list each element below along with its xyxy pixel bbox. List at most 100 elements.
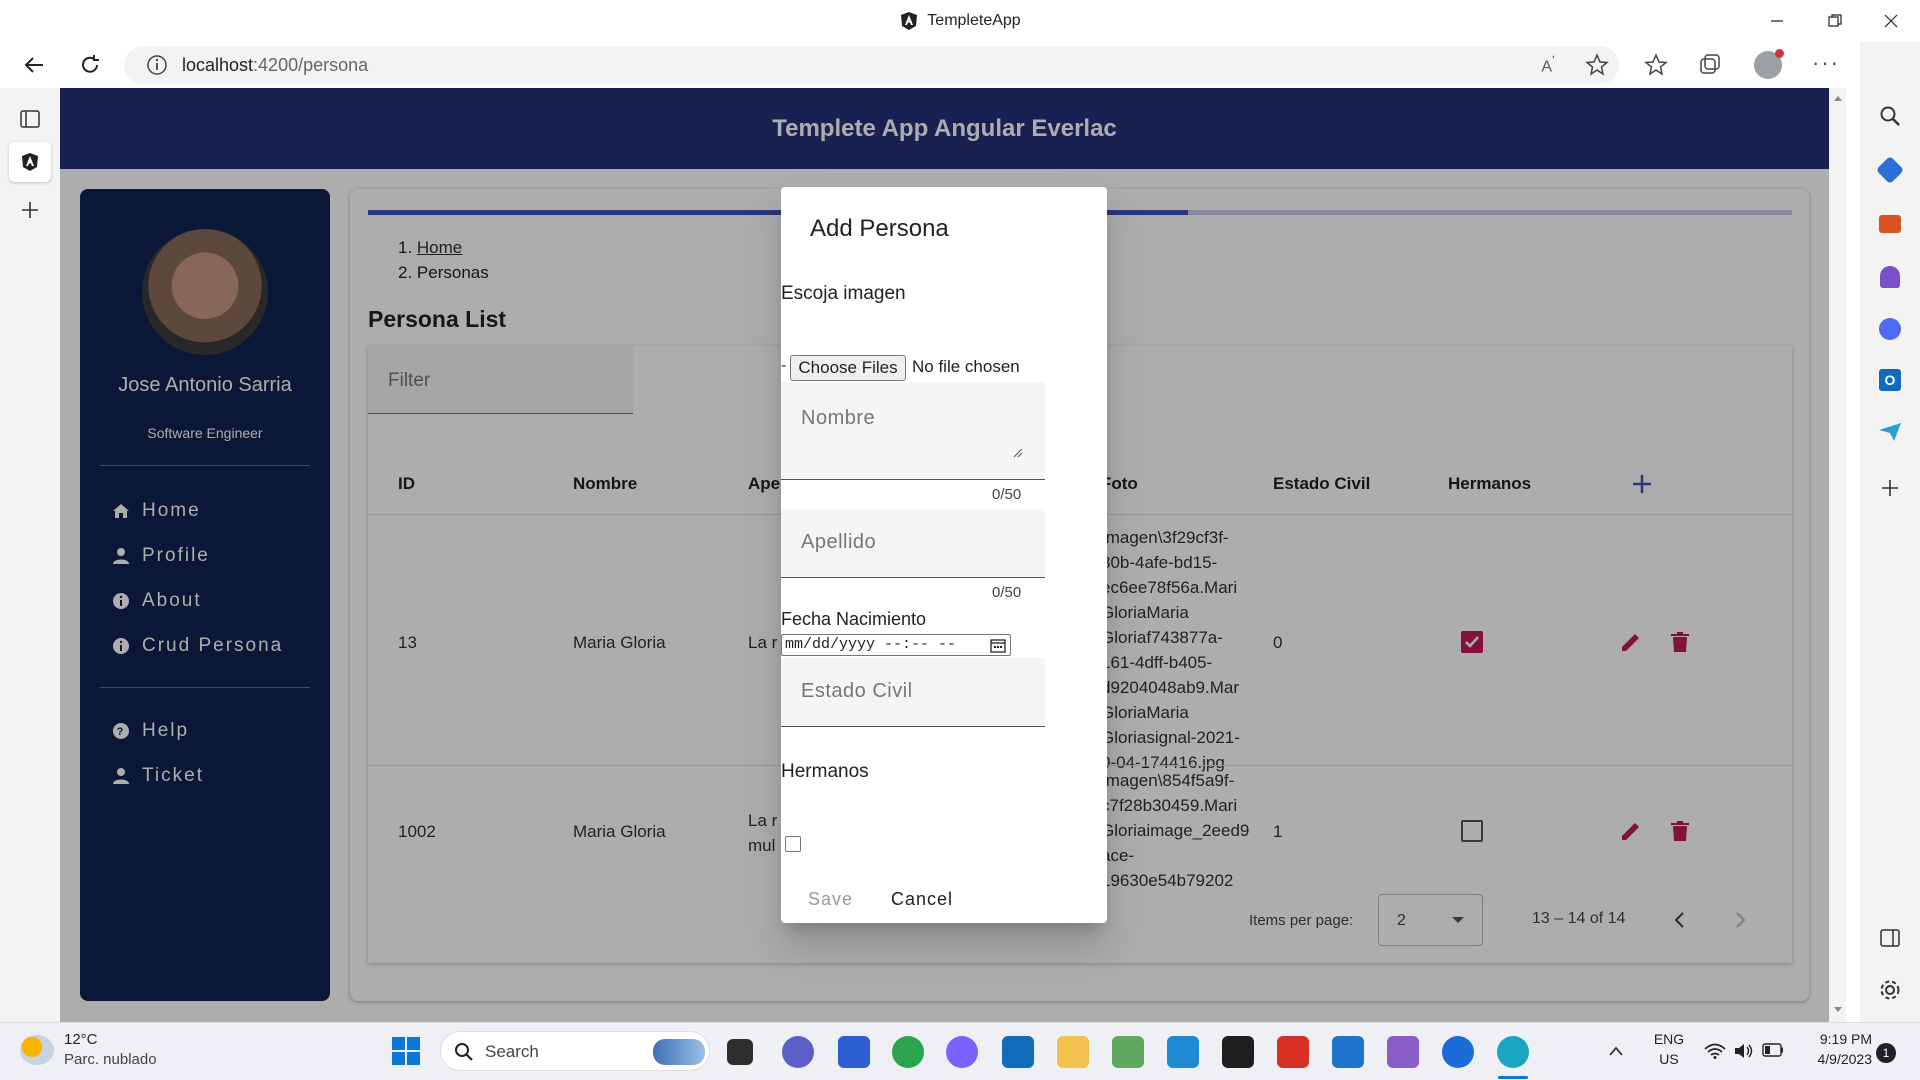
microsoft365-icon[interactable] <box>1879 318 1901 340</box>
mail-icon[interactable] <box>1002 1036 1034 1068</box>
minimize-button[interactable] <box>1748 0 1806 42</box>
outlook-icon[interactable]: O <box>1879 369 1901 391</box>
notification-badge[interactable]: 1 <box>1876 1043 1896 1063</box>
search-label: Search <box>485 1042 539 1061</box>
reload-button[interactable] <box>70 45 110 85</box>
maps-icon[interactable] <box>1442 1036 1474 1068</box>
apellido-field[interactable]: Apellido <box>781 509 1045 578</box>
shopping-tag-icon[interactable] <box>1875 155 1905 185</box>
url-path: :4200/persona <box>253 54 369 75</box>
back-button[interactable] <box>14 45 54 85</box>
edge-browser-icon[interactable] <box>1497 1036 1529 1068</box>
nombre-counter: 0/50 <box>992 486 1022 503</box>
cancel-button[interactable]: Cancel <box>891 879 953 919</box>
favorites-icon[interactable] <box>1644 53 1668 77</box>
clock-time[interactable]: 9:19 PM <box>1800 1031 1872 1047</box>
tools-icon[interactable] <box>1879 215 1901 233</box>
scroll-up-icon[interactable] <box>1833 94 1843 102</box>
weather-icon[interactable] <box>20 1035 54 1065</box>
browser-toolbar: localhost:4200/persona Aʼ ··· b <box>0 42 1920 88</box>
fecha-placeholder: mm/dd/yyyy --:-- -- <box>785 636 957 653</box>
search-highlight-image <box>653 1039 705 1065</box>
notepad-icon[interactable] <box>1332 1036 1364 1068</box>
chevron-up-icon[interactable] <box>1608 1045 1624 1057</box>
save-button[interactable]: Save <box>808 879 853 919</box>
minimize-icon <box>1771 20 1783 22</box>
vscode-icon[interactable] <box>1167 1036 1199 1068</box>
fecha-label: Fecha Nacimiento <box>781 609 927 629</box>
language-code[interactable]: ENG <box>1652 1031 1686 1047</box>
chat-icon[interactable] <box>782 1036 814 1068</box>
tab-actions-icon[interactable] <box>19 109 41 129</box>
url-text: localhost:4200/persona <box>182 55 368 76</box>
vertical-tabs-bar <box>0 88 60 1022</box>
weather-temp[interactable]: 12°C <box>64 1031 98 1048</box>
hermanos-label: Hermanos <box>781 761 869 782</box>
active-app-indicator <box>1498 1076 1528 1079</box>
page-scrollbar[interactable] <box>1829 88 1846 1022</box>
language-region[interactable]: US <box>1652 1051 1686 1067</box>
add-persona-dialog: Add Persona Escoja imagen - Choose Files… <box>781 187 1107 923</box>
weather-desc[interactable]: Parc. nublado <box>64 1051 157 1068</box>
profile-avatar-icon[interactable] <box>1754 49 1784 79</box>
close-icon <box>1884 14 1898 28</box>
fecha-input[interactable]: mm/dd/yyyy --:-- -- <box>781 634 1011 656</box>
sidebar-toggle-icon[interactable] <box>1880 929 1900 947</box>
task-view-icon[interactable] <box>727 1039 753 1065</box>
estado-civil-placeholder: Estado Civil <box>801 680 913 702</box>
battery-icon[interactable] <box>1762 1043 1784 1057</box>
more-options-icon[interactable]: ··· <box>1812 50 1840 76</box>
nombre-field[interactable]: Nombre <box>781 382 1045 480</box>
estado-civil-field[interactable]: Estado Civil <box>781 658 1045 727</box>
visual-studio-icon[interactable] <box>1387 1036 1419 1068</box>
volume-icon[interactable] <box>1734 1043 1754 1059</box>
window-title-text: TempleteApp <box>927 12 1021 29</box>
file-status: No file chosen <box>912 357 1020 376</box>
address-bar[interactable]: localhost:4200/persona Aʼ <box>124 46 1619 84</box>
search-icon <box>455 1043 473 1061</box>
start-button[interactable] <box>392 1037 420 1065</box>
add-icon[interactable] <box>1881 479 1899 497</box>
apellido-placeholder: Apellido <box>801 531 877 553</box>
edge-dev-icon[interactable] <box>892 1036 924 1068</box>
app-icon[interactable] <box>838 1036 870 1068</box>
send-icon[interactable] <box>1878 422 1902 442</box>
taskbar-search[interactable]: Search <box>440 1031 710 1071</box>
image-label: Escoja imagen <box>781 283 906 304</box>
tab-templeteapp[interactable] <box>9 142 51 182</box>
paint-icon[interactable] <box>1112 1036 1144 1068</box>
gear-icon[interactable] <box>1879 979 1901 1001</box>
wifi-icon[interactable] <box>1704 1043 1726 1059</box>
restore-icon <box>1828 14 1842 27</box>
close-window-button[interactable] <box>1862 0 1920 42</box>
file-prefix: - <box>781 357 787 374</box>
read-aloud-icon[interactable]: Aʼ <box>1541 53 1555 76</box>
hermanos-checkbox[interactable] <box>785 836 801 852</box>
edge-sidebar: O <box>1860 42 1920 1022</box>
windows-icon <box>392 1037 420 1065</box>
new-tab-icon[interactable] <box>20 200 40 220</box>
file-explorer-icon[interactable] <box>1057 1036 1089 1068</box>
choose-files-button[interactable]: Choose Files <box>790 355 906 381</box>
clock-date[interactable]: 4/9/2023 <box>1800 1051 1873 1067</box>
window-title: TempleteApp <box>0 0 1920 42</box>
scroll-down-icon[interactable] <box>1833 1006 1843 1014</box>
add-favorite-icon[interactable] <box>1585 53 1609 77</box>
restore-button[interactable] <box>1806 0 1864 42</box>
url-host: localhost <box>182 54 254 75</box>
info-icon[interactable] <box>146 54 168 76</box>
window-title-bar: TempleteApp <box>0 0 1920 42</box>
resize-handle-icon[interactable] <box>1013 448 1023 458</box>
collections-icon[interactable] <box>1698 53 1722 77</box>
games-icon[interactable] <box>1880 266 1900 288</box>
nombre-placeholder: Nombre <box>801 407 876 429</box>
search-icon[interactable] <box>1879 105 1901 127</box>
terminal-icon[interactable] <box>1222 1036 1254 1068</box>
angular-icon <box>901 12 918 30</box>
pdf-icon[interactable] <box>1277 1036 1309 1068</box>
copilot-icon[interactable] <box>946 1036 978 1068</box>
angular-icon <box>22 153 38 171</box>
taskbar: 12°C Parc. nublado Search ENG US 9:19 PM… <box>0 1022 1920 1080</box>
reload-icon <box>82 55 99 73</box>
calendar-icon[interactable] <box>990 638 1006 653</box>
